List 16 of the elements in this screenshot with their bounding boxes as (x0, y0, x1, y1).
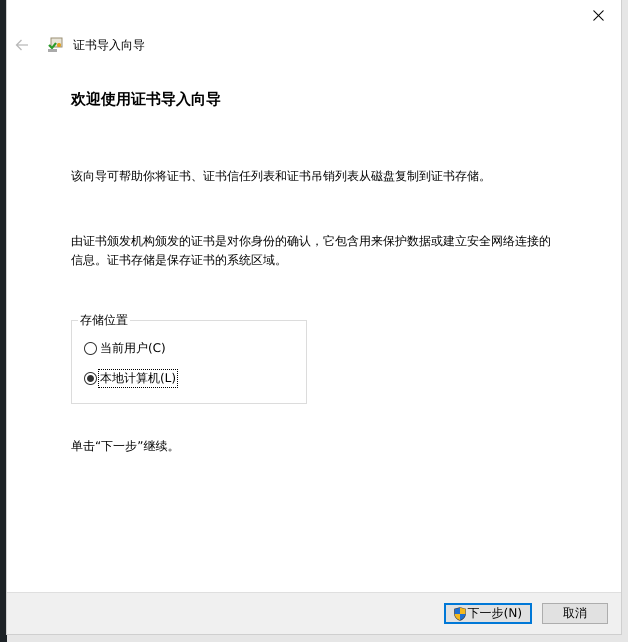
description-text: 由证书颁发机构颁发的证书是对你身份的确认，它包含用来保护数据或建立安全网络连接的信息。证书存储是保存证书的系统区域。 (71, 233, 551, 269)
group-label: 存储位置 (79, 312, 129, 329)
radio-label[interactable]: 本地计算机(L) (99, 370, 178, 386)
radio-button[interactable] (84, 342, 97, 354)
close-icon (592, 10, 604, 20)
radio-button[interactable] (84, 372, 97, 384)
next-button[interactable]: 下一步(N) (444, 603, 532, 624)
certificate-icon (47, 37, 63, 53)
back-arrow-icon (15, 39, 29, 51)
instruction-text: 单击“下一步”继续。 (71, 438, 180, 455)
window-title: 证书导入向导 (73, 36, 145, 54)
radio-label[interactable]: 当前用户(C) (99, 340, 167, 356)
shield-icon (454, 606, 466, 620)
description-text: 该向导可帮助你将证书、证书信任列表和证书吊销列表从磁盘复制到证书存储。 (71, 168, 492, 185)
cancel-button[interactable]: 取消 (542, 603, 608, 624)
wizard-heading: 欢迎使用证书导入向导 (71, 90, 221, 109)
